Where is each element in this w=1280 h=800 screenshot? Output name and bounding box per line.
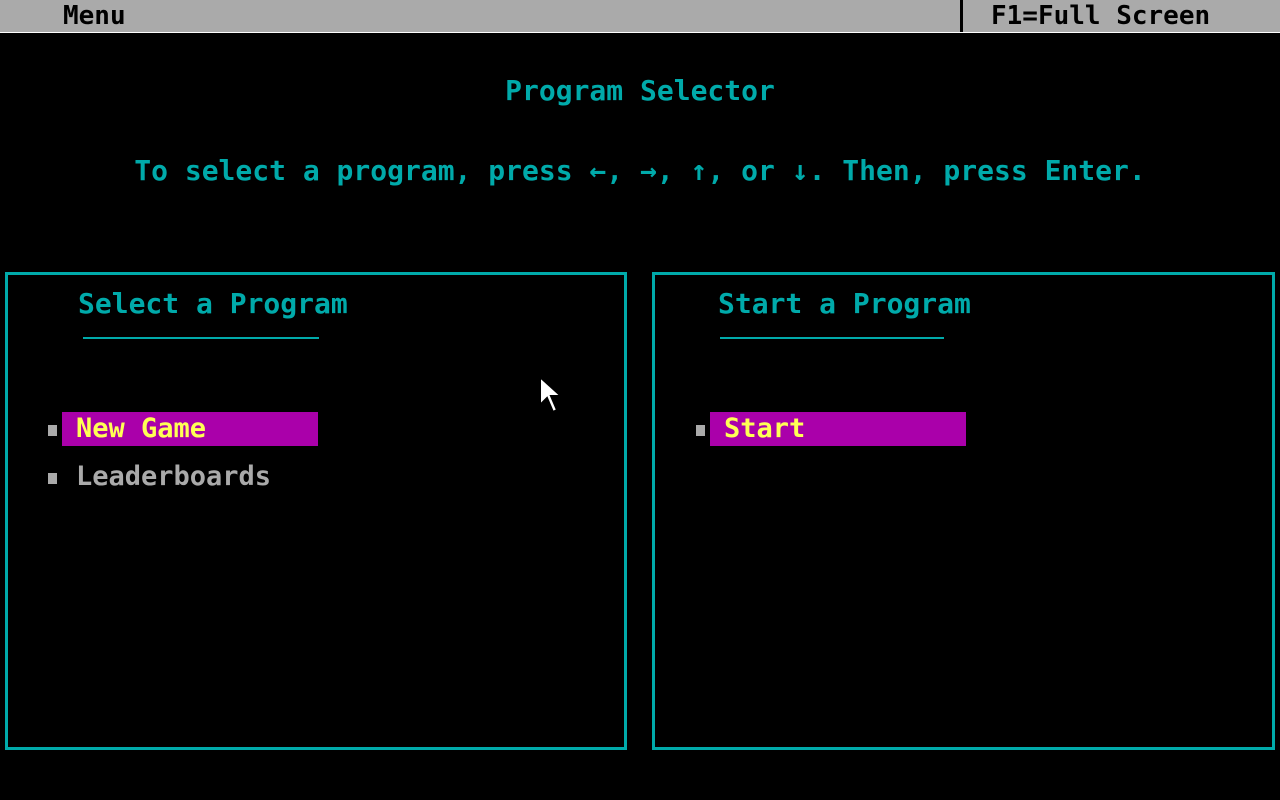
full-screen-key-hint[interactable]: F1=Full Screen xyxy=(991,0,1210,32)
program-item-label[interactable]: New Game xyxy=(62,412,318,446)
select-program-title: Select a Program xyxy=(78,287,348,320)
instructions-text: To select a program, press ←, →, ↑, or ↓… xyxy=(134,154,1146,187)
menu-button[interactable]: Menu xyxy=(63,0,126,32)
menu-bar-divider xyxy=(960,0,963,32)
select-program-panel: Select a Program New Game Leaderboards xyxy=(5,272,627,750)
start-program-title: Start a Program xyxy=(718,287,971,320)
start-program-title-underline xyxy=(720,337,944,339)
start-item-label[interactable]: Start xyxy=(710,412,966,446)
mouse-pointer-icon xyxy=(539,375,564,414)
program-item-label[interactable]: Leaderboards xyxy=(62,460,271,494)
select-program-title-underline xyxy=(83,337,319,339)
page-title: Program Selector xyxy=(505,74,775,107)
bullet-icon xyxy=(48,425,57,436)
bullet-icon xyxy=(696,425,705,436)
menu-bar: Menu F1=Full Screen xyxy=(0,0,1280,33)
bullet-icon xyxy=(48,473,57,484)
start-program-panel: Start a Program Start xyxy=(652,272,1275,750)
